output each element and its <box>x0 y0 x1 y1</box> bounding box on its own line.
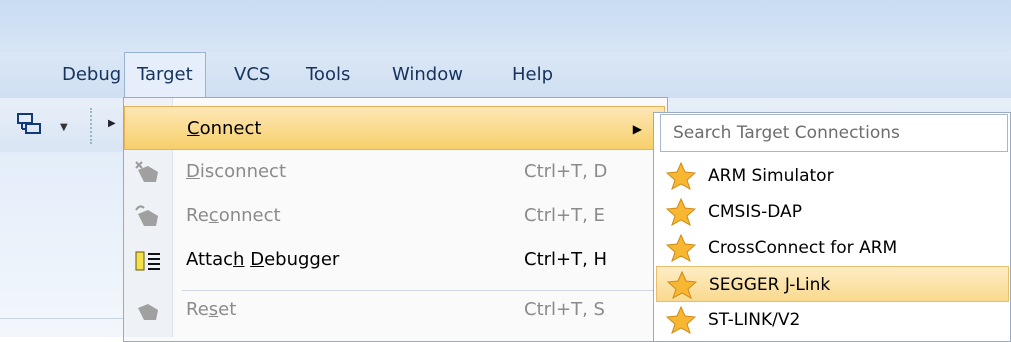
layout-icon[interactable] <box>16 112 44 136</box>
panel-divider <box>0 318 125 319</box>
connection-label: ARM Simulator <box>708 166 834 186</box>
connection-item[interactable]: CrossConnect for ARM <box>656 230 1009 266</box>
menu-item-disconnect[interactable]: Disconnect Ctrl+T, D <box>124 150 665 194</box>
menu-debug[interactable]: Debug <box>50 52 133 98</box>
mnemonic: C <box>187 118 200 139</box>
label: Re <box>186 299 209 320</box>
label: onnect <box>199 118 262 139</box>
side-panel <box>0 152 125 337</box>
menu-item-attach-debugger[interactable]: Attach Debugger Ctrl+T, H <box>124 238 665 282</box>
menu-target[interactable]: Target <box>124 52 206 99</box>
connection-item-highlighted[interactable]: SEGGER J-Link <box>656 266 1009 302</box>
menu-help[interactable]: Help <box>500 52 565 98</box>
shortcut: Ctrl+T, D <box>524 161 608 182</box>
overflow-arrow-icon[interactable]: ▶ <box>108 118 116 129</box>
mnemonic: s <box>208 299 219 320</box>
mnemonic: c <box>208 205 219 226</box>
connection-label: CMSIS-DAP <box>708 202 802 222</box>
label: onnect <box>218 205 281 226</box>
dropdown-arrow-icon[interactable]: ▼ <box>60 122 68 133</box>
mnemonic-2: D <box>250 249 265 270</box>
star-icon <box>666 306 696 334</box>
connection-item[interactable]: ARM Simulator <box>656 158 1009 194</box>
menu-item-reconnect[interactable]: Reconnect Ctrl+T, E <box>124 194 665 238</box>
menu-item-reset[interactable]: Reset Ctrl+T, S <box>124 288 665 332</box>
attach-debugger-icon <box>135 251 160 271</box>
label: isconnect <box>199 161 287 182</box>
label: Re <box>186 205 209 226</box>
label: Attac <box>186 249 234 270</box>
connection-item[interactable]: CMSIS-DAP <box>656 194 1009 230</box>
menu-window[interactable]: Window <box>380 52 475 98</box>
menu-tools[interactable]: Tools <box>294 52 362 98</box>
toolbar-separator <box>90 108 94 144</box>
menu-vcs[interactable]: VCS <box>222 52 282 98</box>
connection-label: CrossConnect for ARM <box>708 238 898 258</box>
reconnect-icon <box>135 205 158 226</box>
connection-item[interactable]: ST-LINK/V2 <box>656 302 1009 338</box>
menu-item-connect[interactable]: Connect ▶ <box>124 106 665 150</box>
shortcut: Ctrl+T, E <box>524 205 605 226</box>
connection-label: SEGGER J-Link <box>709 275 831 295</box>
search-input[interactable] <box>661 115 1007 151</box>
disconnect-icon <box>135 161 158 182</box>
connection-label: ST-LINK/V2 <box>708 310 801 330</box>
label: et <box>218 299 237 320</box>
title-strip <box>0 0 1011 52</box>
submenu-arrow-icon: ▶ <box>632 122 642 136</box>
shortcut: Ctrl+T, H <box>524 249 608 270</box>
reset-icon <box>138 304 158 320</box>
star-icon <box>666 198 696 226</box>
star-icon <box>666 234 696 262</box>
search-box[interactable] <box>660 114 1008 152</box>
label: ebugger <box>264 249 340 270</box>
star-icon <box>666 162 696 190</box>
star-icon <box>667 271 697 299</box>
mnemonic: h <box>233 249 245 270</box>
mnemonic: D <box>186 161 200 182</box>
shortcut: Ctrl+T, S <box>524 299 605 320</box>
